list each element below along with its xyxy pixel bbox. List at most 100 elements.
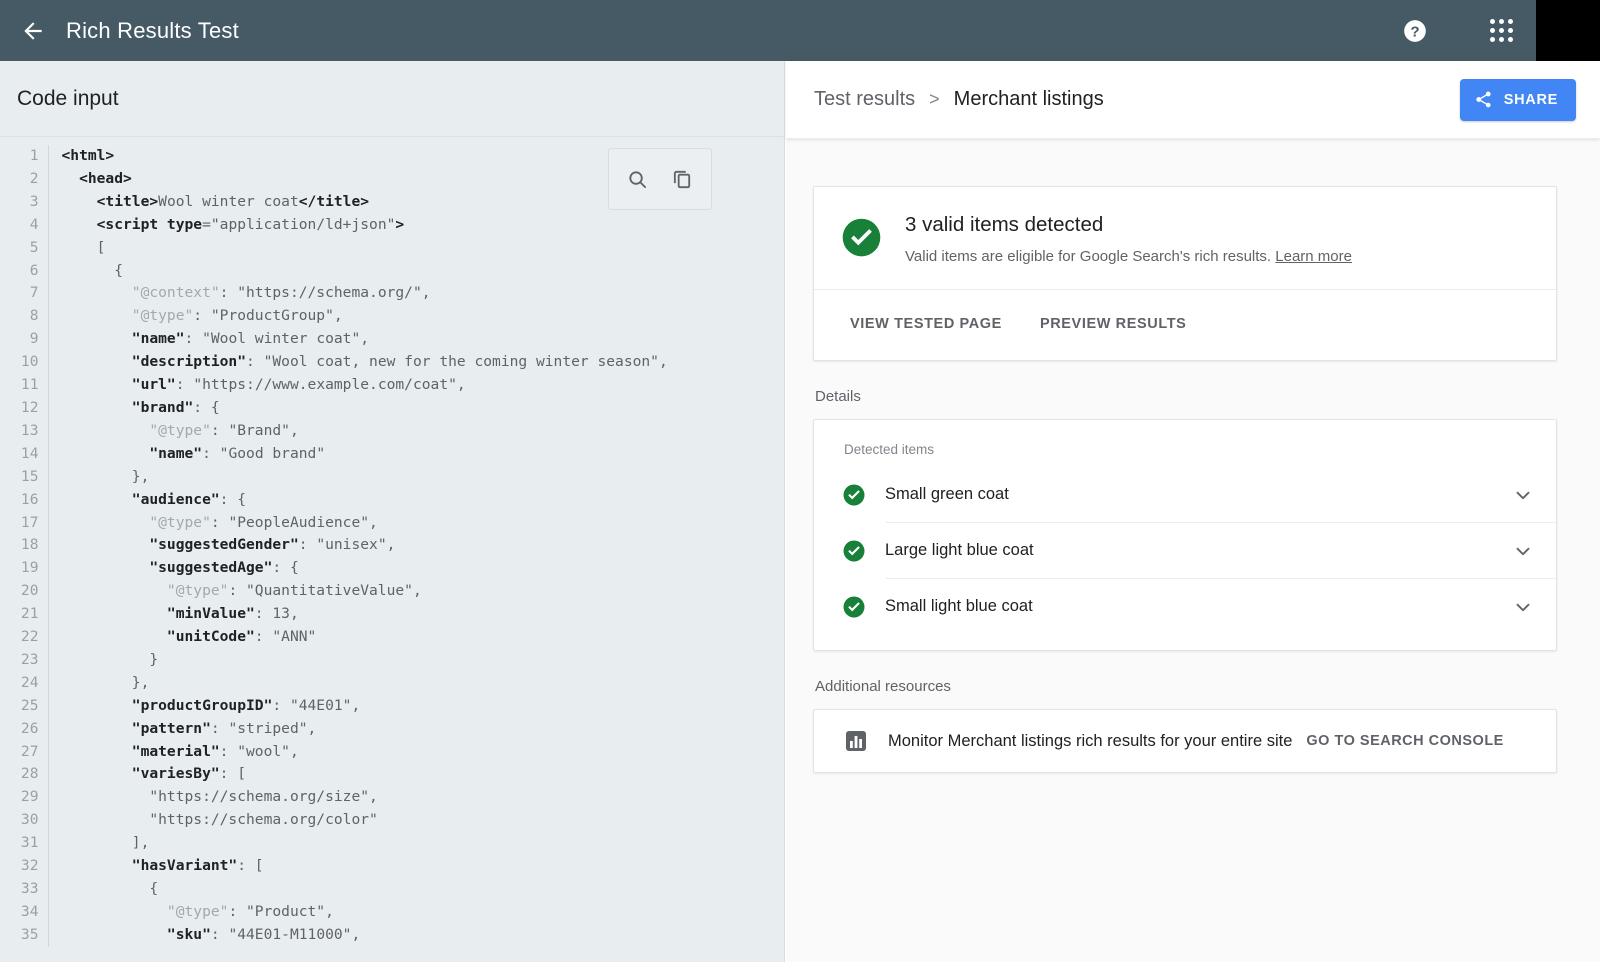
code-line-text[interactable]: "@type": "Brand", bbox=[48, 420, 784, 443]
code-line-text[interactable]: "description": "Wool coat, new for the c… bbox=[48, 351, 784, 374]
code-line: 21 "minValue": 13, bbox=[0, 603, 784, 626]
code-line-text[interactable]: } bbox=[48, 649, 784, 672]
code-line-text[interactable]: "variesBy": [ bbox=[48, 763, 784, 786]
code-line-number: 3 bbox=[0, 191, 48, 214]
app-bar: Rich Results Test ? bbox=[0, 0, 1600, 61]
detected-items-list: Small green coat Large light blue coat Sma… bbox=[814, 467, 1556, 634]
chevron-down-icon[interactable] bbox=[1512, 596, 1534, 618]
code-line-text[interactable]: "https://schema.org/color" bbox=[48, 809, 784, 832]
code-line-number: 14 bbox=[0, 443, 48, 466]
code-line-text[interactable]: "@context": "https://schema.org/", bbox=[48, 282, 784, 305]
code-line-number: 35 bbox=[0, 924, 48, 947]
code-line: 32 "hasVariant": [ bbox=[0, 855, 784, 878]
avatar[interactable] bbox=[1536, 0, 1600, 61]
code-line: 30 "https://schema.org/color" bbox=[0, 809, 784, 832]
code-line-number: 34 bbox=[0, 901, 48, 924]
code-line: 20 "@type": "QuantitativeValue", bbox=[0, 580, 784, 603]
code-line: 29 "https://schema.org/size", bbox=[0, 786, 784, 809]
code-line-number: 11 bbox=[0, 374, 48, 397]
results-panel: Test results > Merchant listings SHARE 3… bbox=[786, 61, 1600, 962]
code-line-number: 16 bbox=[0, 489, 48, 512]
code-line-text[interactable]: <script type="application/ld+json"> bbox=[48, 214, 784, 237]
code-line-text[interactable]: "minValue": 13, bbox=[48, 603, 784, 626]
list-item[interactable]: Large light blue coat bbox=[814, 523, 1556, 578]
results-body: 3 valid items detected Valid items are e… bbox=[786, 139, 1600, 962]
breadcrumb-root[interactable]: Test results bbox=[814, 88, 915, 111]
detected-items-label: Detected items bbox=[814, 442, 1556, 467]
status-subtitle: Valid items are eligible for Google Sear… bbox=[905, 248, 1352, 265]
apps-grid-icon[interactable] bbox=[1490, 19, 1514, 43]
view-tested-page-button[interactable]: VIEW TESTED PAGE bbox=[838, 308, 1014, 340]
code-line-text[interactable]: "suggestedAge": { bbox=[48, 557, 784, 580]
list-item[interactable]: Small green coat bbox=[814, 467, 1556, 522]
code-line-text[interactable]: [ bbox=[48, 237, 784, 260]
code-line-number: 5 bbox=[0, 237, 48, 260]
code-line-text[interactable]: "https://schema.org/size", bbox=[48, 786, 784, 809]
status-subtitle-text: Valid items are eligible for Google Sear… bbox=[905, 248, 1271, 265]
code-lines: 1<html>2 <head>3 <title>Wool winter coat… bbox=[0, 145, 784, 947]
help-icon[interactable]: ? bbox=[1402, 18, 1428, 44]
code-line-text[interactable]: "@type": "ProductGroup", bbox=[48, 305, 784, 328]
code-line: 16 "audience": { bbox=[0, 489, 784, 512]
code-line: 14 "name": "Good brand" bbox=[0, 443, 784, 466]
code-line: 18 "suggestedGender": "unisex", bbox=[0, 534, 784, 557]
search-icon[interactable] bbox=[622, 163, 654, 195]
svg-text:?: ? bbox=[1410, 23, 1419, 40]
resource-card: Monitor Merchant listings rich results f… bbox=[813, 709, 1557, 773]
code-line-text[interactable]: "sku": "44E01-M11000", bbox=[48, 924, 784, 947]
code-line-text[interactable]: "hasVariant": [ bbox=[48, 855, 784, 878]
code-panel-title: Code input bbox=[17, 87, 119, 111]
code-line: 23 } bbox=[0, 649, 784, 672]
code-line-text[interactable]: "name": "Wool winter coat", bbox=[48, 328, 784, 351]
code-line-text[interactable]: }, bbox=[48, 466, 784, 489]
code-line-number: 29 bbox=[0, 786, 48, 809]
code-line-text[interactable]: "pattern": "striped", bbox=[48, 718, 784, 741]
code-line-text[interactable]: "material": "wool", bbox=[48, 741, 784, 764]
status-card-actions: VIEW TESTED PAGE PREVIEW RESULTS bbox=[814, 290, 1556, 360]
code-line: 34 "@type": "Product", bbox=[0, 901, 784, 924]
code-line-text[interactable]: { bbox=[48, 260, 784, 283]
code-line-number: 26 bbox=[0, 718, 48, 741]
chevron-down-icon[interactable] bbox=[1512, 540, 1534, 562]
code-line: 12 "brand": { bbox=[0, 397, 784, 420]
code-line-text[interactable]: "audience": { bbox=[48, 489, 784, 512]
code-line-text[interactable]: "brand": { bbox=[48, 397, 784, 420]
code-line: 31 ], bbox=[0, 832, 784, 855]
code-line: 5 [ bbox=[0, 237, 784, 260]
code-line: 25 "productGroupID": "44E01", bbox=[0, 695, 784, 718]
code-line-number: 24 bbox=[0, 672, 48, 695]
code-line-text[interactable]: "unitCode": "ANN" bbox=[48, 626, 784, 649]
copy-icon[interactable] bbox=[666, 163, 698, 195]
bar-chart-icon bbox=[844, 729, 868, 753]
code-line-text[interactable]: "@type": "PeopleAudience", bbox=[48, 512, 784, 535]
code-line-text[interactable]: "productGroupID": "44E01", bbox=[48, 695, 784, 718]
code-line-text[interactable]: { bbox=[48, 878, 784, 901]
chevron-down-icon[interactable] bbox=[1512, 484, 1534, 506]
check-circle-icon bbox=[842, 483, 866, 507]
list-item-label: Large light blue coat bbox=[885, 541, 1512, 560]
code-line-text[interactable]: ], bbox=[48, 832, 784, 855]
code-tools bbox=[608, 148, 712, 210]
code-line-text[interactable]: "suggestedGender": "unisex", bbox=[48, 534, 784, 557]
go-to-search-console-link[interactable]: GO TO SEARCH CONSOLE bbox=[1306, 733, 1503, 749]
back-arrow-icon[interactable] bbox=[20, 18, 46, 44]
preview-results-button[interactable]: PREVIEW RESULTS bbox=[1028, 308, 1199, 340]
code-line-text[interactable]: "@type": "QuantitativeValue", bbox=[48, 580, 784, 603]
share-button[interactable]: SHARE bbox=[1460, 79, 1576, 121]
breadcrumb-current: Merchant listings bbox=[954, 88, 1104, 111]
code-line: 22 "unitCode": "ANN" bbox=[0, 626, 784, 649]
code-line-number: 18 bbox=[0, 534, 48, 557]
code-line-text[interactable]: "@type": "Product", bbox=[48, 901, 784, 924]
code-line-text[interactable]: }, bbox=[48, 672, 784, 695]
code-line-number: 12 bbox=[0, 397, 48, 420]
code-line: 4 <script type="application/ld+json"> bbox=[0, 214, 784, 237]
code-line: 26 "pattern": "striped", bbox=[0, 718, 784, 741]
list-item[interactable]: Small light blue coat bbox=[814, 579, 1556, 634]
code-editor[interactable]: 1<html>2 <head>3 <title>Wool winter coat… bbox=[0, 137, 784, 962]
code-line-text[interactable]: "url": "https://www.example.com/coat", bbox=[48, 374, 784, 397]
list-item-label: Small green coat bbox=[885, 485, 1512, 504]
code-line-number: 4 bbox=[0, 214, 48, 237]
code-line-text[interactable]: "name": "Good brand" bbox=[48, 443, 784, 466]
learn-more-link[interactable]: Learn more bbox=[1275, 248, 1352, 265]
check-circle-icon bbox=[840, 213, 883, 265]
